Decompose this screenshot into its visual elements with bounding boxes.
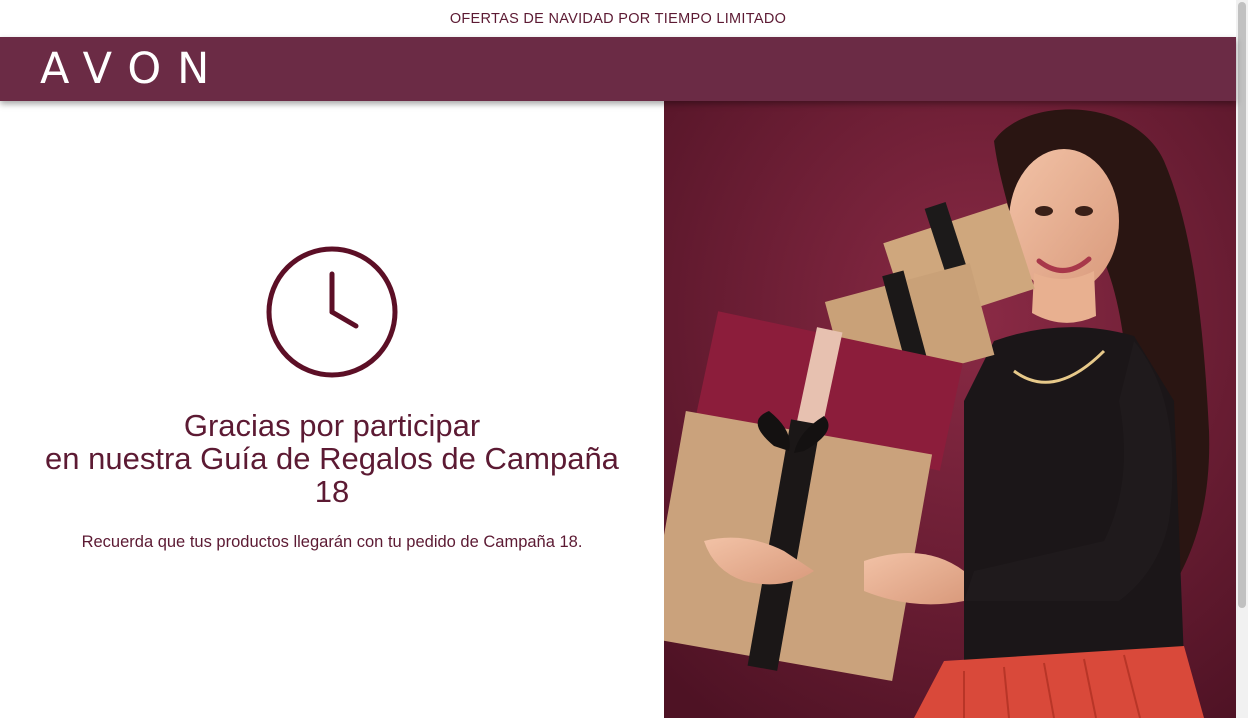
clock-icon: [266, 246, 398, 378]
scrollbar-thumb[interactable]: [1238, 2, 1246, 608]
avon-logo[interactable]: AVON: [40, 46, 225, 92]
promo-banner[interactable]: OFERTAS DE NAVIDAD POR TIEMPO LIMITADO: [0, 0, 1236, 37]
heading-line-3: 18: [314, 474, 350, 509]
heading-line-1: Gracias por participar: [183, 408, 481, 443]
delivery-reminder: Recuerda que tus productos llegarán con …: [81, 533, 583, 551]
hero-image: [664, 101, 1236, 718]
promo-banner-text: OFERTAS DE NAVIDAD POR TIEMPO LIMITADO: [449, 10, 787, 27]
hero-illustration: [664, 101, 1236, 718]
site-header: AVON: [0, 37, 1236, 101]
thank-you-heading: Gracias por participar en nuestra Guía d…: [0, 409, 664, 508]
heading-line-2: en nuestra Guía de Regalos de Campaña: [45, 441, 619, 476]
confirmation-panel: Gracias por participar en nuestra Guía d…: [0, 101, 664, 718]
